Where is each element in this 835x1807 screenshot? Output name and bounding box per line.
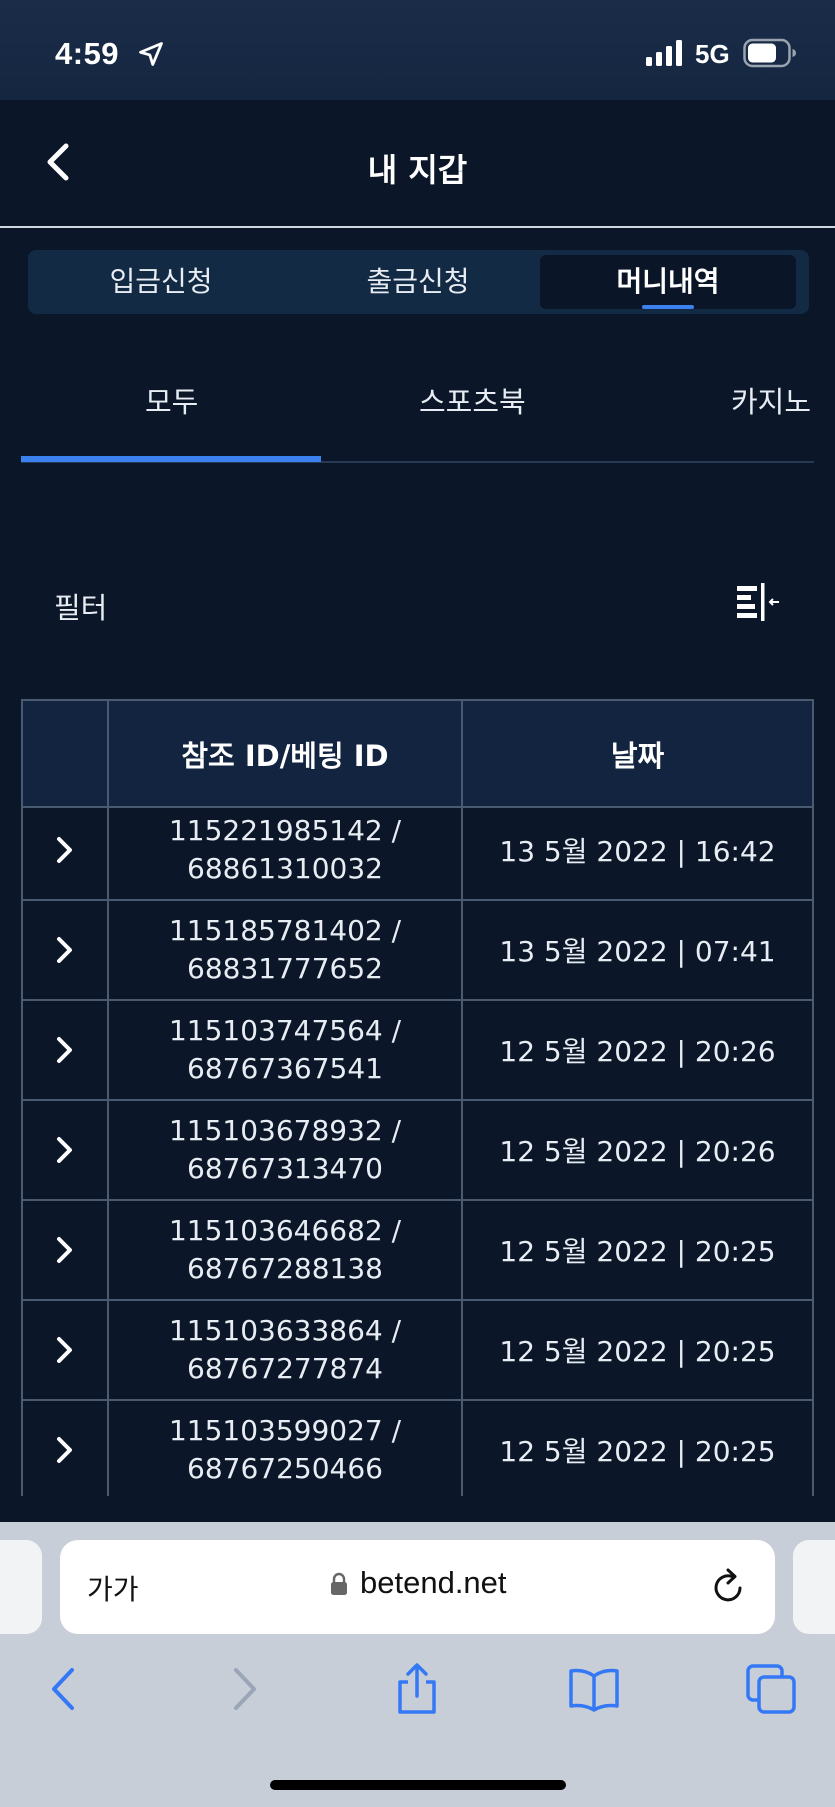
table-row[interactable]: 115103633864 / 68767277874 12 5월 2022 | 2… bbox=[21, 1301, 814, 1401]
date-cell: 12 5월 2022 | 20:25 bbox=[461, 1401, 814, 1496]
date-text: 13 5월 2022 | 16:42 bbox=[499, 835, 776, 868]
reference-id-text: 115103646682 / 68767288138 bbox=[168, 1214, 402, 1285]
date-text: 12 5월 2022 | 20:26 bbox=[499, 1135, 776, 1168]
wallet-segment-tabs: 입금신청 출금신청 머니내역 bbox=[28, 250, 809, 314]
active-tab-indicator bbox=[642, 305, 694, 309]
tab-sportsbook[interactable]: 스포츠북 bbox=[419, 379, 526, 421]
reference-id-text: 115103633864 / 68767277874 bbox=[168, 1314, 402, 1385]
network-type: 5G bbox=[695, 39, 730, 69]
share-icon[interactable] bbox=[390, 1662, 444, 1716]
chevron-right-icon bbox=[57, 1237, 72, 1263]
category-tabs: 모두 스포츠북 카지노 bbox=[21, 355, 814, 465]
tab-withdraw-request[interactable]: 출금신청 bbox=[290, 255, 546, 309]
reference-id-text: 115103747564 / 68767367541 bbox=[168, 1014, 402, 1085]
header-cell-date: 날짜 bbox=[461, 701, 814, 806]
tab-deposit-request[interactable]: 입금신청 bbox=[33, 255, 289, 309]
home-indicator bbox=[270, 1780, 566, 1790]
table-header-row: 참조 ID/베팅 ID 날짜 bbox=[21, 701, 814, 808]
reference-id-text: 115221985142 / 68861310032 bbox=[168, 814, 402, 885]
date-text: 12 5월 2022 | 20:26 bbox=[499, 1035, 776, 1068]
row-expand-button[interactable] bbox=[21, 1001, 107, 1099]
tab-all[interactable]: 모두 bbox=[145, 379, 198, 421]
date-text: 12 5월 2022 | 20:25 bbox=[499, 1235, 776, 1268]
reference-id-cell: 115185781402 / 68831777652 bbox=[107, 901, 461, 999]
chevron-right-icon bbox=[57, 1337, 72, 1363]
reference-id-text: 115185781402 / 68831777652 bbox=[168, 914, 402, 985]
row-expand-button[interactable] bbox=[21, 1401, 107, 1496]
address-bar[interactable]: 가가 betend.net bbox=[60, 1540, 775, 1634]
chevron-right-icon bbox=[57, 837, 72, 863]
table-row[interactable]: 115103646682 / 68767288138 12 5월 2022 | 2… bbox=[21, 1201, 814, 1301]
tab-money-history-label: 머니내역 bbox=[616, 265, 720, 298]
chevron-right-icon bbox=[57, 1137, 72, 1163]
date-text: 13 5월 2022 | 07:41 bbox=[499, 935, 776, 968]
battery-icon bbox=[743, 38, 796, 68]
date-text: 12 5월 2022 | 20:25 bbox=[499, 1335, 776, 1368]
table-row[interactable]: 115221985142 / 68861310032 13 5월 2022 | 1… bbox=[21, 801, 814, 901]
date-text: 12 5월 2022 | 20:25 bbox=[499, 1435, 776, 1468]
reference-id-cell: 115103633864 / 68767277874 bbox=[107, 1301, 461, 1399]
filter-label[interactable]: 필터 bbox=[54, 585, 107, 627]
browser-back-icon[interactable] bbox=[38, 1662, 92, 1716]
row-expand-button[interactable] bbox=[21, 801, 107, 899]
table-row[interactable]: 115185781402 / 68831777652 13 5월 2022 | 0… bbox=[21, 901, 814, 1001]
row-expand-button[interactable] bbox=[21, 1101, 107, 1199]
header-cell-reference-id: 참조 ID/베팅 ID bbox=[107, 701, 461, 806]
location-arrow-icon bbox=[139, 42, 163, 66]
url-text: betend.net bbox=[360, 1565, 507, 1600]
lock-icon bbox=[331, 1572, 347, 1595]
cellular-signal-icon bbox=[646, 40, 682, 66]
reference-id-text: 115103678932 / 68767313470 bbox=[168, 1114, 402, 1185]
date-cell: 12 5월 2022 | 20:25 bbox=[461, 1301, 814, 1399]
browser-forward-icon[interactable] bbox=[216, 1662, 270, 1716]
reference-id-cell: 115103678932 / 68767313470 bbox=[107, 1101, 461, 1199]
tabs-icon[interactable] bbox=[744, 1662, 798, 1716]
table-row[interactable]: 115103678932 / 68767313470 12 5월 2022 | 2… bbox=[21, 1101, 814, 1201]
next-tab-card[interactable] bbox=[793, 1540, 835, 1634]
filter-icon[interactable] bbox=[734, 580, 782, 624]
money-history-table: 참조 ID/베팅 ID 날짜 115221985142 / 6886131003… bbox=[21, 699, 814, 1496]
status-time: 4:59 bbox=[55, 36, 120, 71]
reference-id-cell: 115103646682 / 68767288138 bbox=[107, 1201, 461, 1299]
date-cell: 12 5월 2022 | 20:26 bbox=[461, 1101, 814, 1199]
header-cell-expand bbox=[21, 701, 107, 806]
tab-casino[interactable]: 카지노 bbox=[731, 379, 811, 421]
reference-id-cell: 115103747564 / 68767367541 bbox=[107, 1001, 461, 1099]
tab-money-history[interactable]: 머니내역 bbox=[540, 255, 796, 309]
date-cell: 13 5월 2022 | 07:41 bbox=[461, 901, 814, 999]
reference-id-text: 115103599027 / 68767250466 bbox=[168, 1414, 402, 1485]
table-row[interactable]: 115103599027 / 68767250466 12 5월 2022 | 2… bbox=[21, 1401, 814, 1496]
row-expand-button[interactable] bbox=[21, 1301, 107, 1399]
status-bar: 4:59 5G bbox=[0, 0, 835, 100]
date-cell: 12 5월 2022 | 20:25 bbox=[461, 1201, 814, 1299]
reload-icon[interactable] bbox=[710, 1566, 748, 1606]
chevron-right-icon bbox=[57, 1037, 72, 1063]
page-title: 내 지갑 bbox=[367, 151, 468, 189]
prev-tab-card[interactable] bbox=[0, 1540, 42, 1634]
table-row[interactable]: 115103747564 / 68767367541 12 5월 2022 | 2… bbox=[21, 1001, 814, 1101]
browser-toolbar: 가가 betend.net bbox=[0, 1522, 835, 1807]
reference-id-cell: 115221985142 / 68861310032 bbox=[107, 801, 461, 899]
text-size-button[interactable]: 가가 bbox=[87, 1568, 139, 1608]
row-expand-button[interactable] bbox=[21, 1201, 107, 1299]
app-header: 내 지갑 bbox=[0, 100, 835, 228]
date-cell: 12 5월 2022 | 20:26 bbox=[461, 1001, 814, 1099]
date-cell: 13 5월 2022 | 16:42 bbox=[461, 801, 814, 899]
active-category-indicator bbox=[21, 456, 321, 462]
chevron-right-icon bbox=[57, 937, 72, 963]
chevron-right-icon bbox=[57, 1437, 72, 1463]
reference-id-cell: 115103599027 / 68767250466 bbox=[107, 1401, 461, 1496]
bookmarks-icon[interactable] bbox=[567, 1662, 621, 1716]
row-expand-button[interactable] bbox=[21, 901, 107, 999]
